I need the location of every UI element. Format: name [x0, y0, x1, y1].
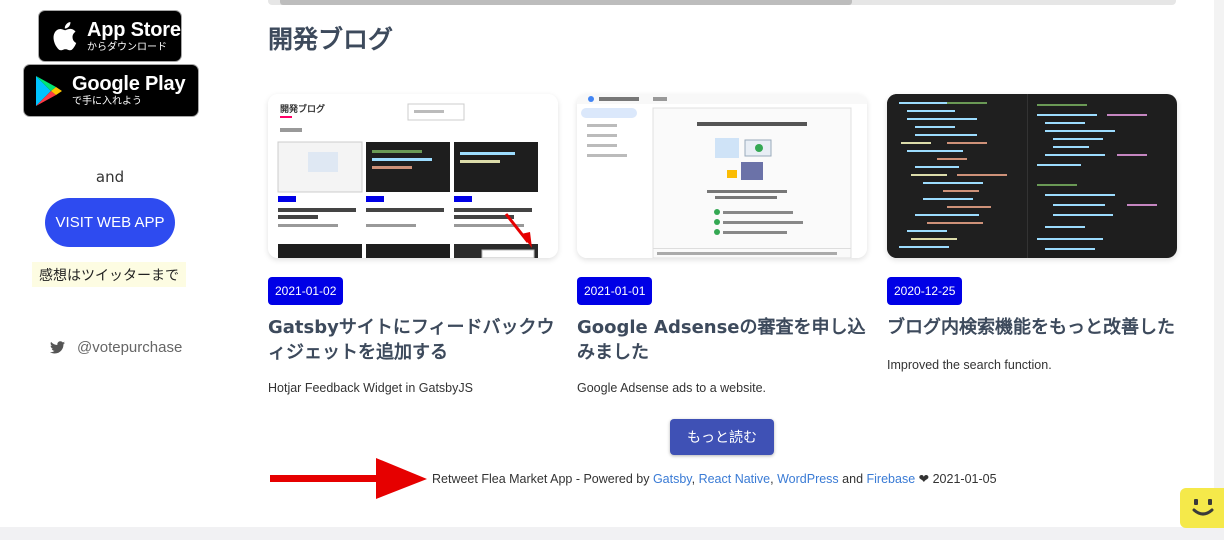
google-play-icon	[32, 75, 66, 107]
post-thumbnail-image[interactable]: 開発ブログ	[268, 94, 558, 258]
twitter-link[interactable]: @votepurchase	[50, 339, 182, 356]
post-description: Google Adsense ads to a website.	[577, 381, 767, 395]
react-native-link[interactable]: React Native	[699, 472, 771, 486]
wordpress-link[interactable]: WordPress	[777, 472, 839, 486]
blog-card[interactable]: 開発ブログ 2021-01-02 Gatsbyサイトにフィードバックウィジェット…	[268, 94, 558, 395]
post-title[interactable]: Google Adsenseの審査を申し込みました	[577, 315, 867, 365]
post-date-badge: 2021-01-01	[577, 277, 653, 305]
twitter-handle-text: @votepurchase	[77, 339, 183, 356]
red-arrow-icon	[270, 458, 427, 499]
read-more-button[interactable]: もっと読む	[670, 419, 774, 455]
post-description: Hotjar Feedback Widget in GatsbyJS	[268, 381, 473, 395]
google-play-title: Google Play	[72, 73, 186, 95]
twitter-icon	[50, 341, 65, 354]
footer: Retweet Flea Market App - Powered by Gat…	[432, 472, 997, 486]
apple-icon	[47, 21, 81, 51]
app-store-badge[interactable]: App Store からダウンロード	[38, 10, 182, 62]
post-title[interactable]: Gatsbyサイトにフィードバックウィジェットを追加する	[268, 315, 558, 365]
blog-card[interactable]: 2020-12-25 ブログ内検索機能をもっと改善した Improved the…	[887, 94, 1177, 372]
post-thumbnail-image[interactable]	[577, 94, 867, 258]
twitter-note: 感想はツイッターまで	[32, 262, 186, 287]
app-store-subtitle: からダウンロード	[87, 41, 167, 53]
google-play-subtitle: で手に入れよう	[72, 96, 142, 107]
smiley-icon	[1192, 499, 1214, 516]
svg-text:開発ブログ: 開発ブログ	[280, 103, 325, 115]
visit-web-app-button[interactable]: VISIT WEB APP	[45, 198, 175, 247]
google-play-badge[interactable]: Google Play で手に入れよう	[23, 64, 199, 117]
and-label: and	[95, 168, 125, 186]
footer-and: and	[842, 472, 864, 486]
post-date-badge: 2021-01-02	[268, 277, 344, 305]
post-thumbnail-image[interactable]	[887, 94, 1177, 258]
gatsby-link[interactable]: Gatsby	[653, 472, 692, 486]
post-date-badge: 2020-12-25	[887, 277, 963, 305]
app-store-title: App Store	[87, 18, 181, 41]
feedback-widget-button[interactable]	[1180, 488, 1224, 528]
page-bottom-band	[0, 527, 1224, 540]
post-description: Improved the search function.	[887, 358, 1052, 372]
page-right-band	[1214, 0, 1224, 527]
scrollbar-thumb[interactable]	[280, 0, 852, 5]
footer-date: 2021-01-05	[932, 472, 997, 486]
heart-icon: ❤	[918, 472, 930, 486]
firebase-link[interactable]: Firebase	[867, 472, 916, 486]
section-title: 開発ブログ	[268, 25, 394, 54]
blog-card[interactable]: 2021-01-01 Google Adsenseの審査を申し込みました Goo…	[577, 94, 867, 395]
footer-prefix: Retweet Flea Market App - Powered by	[432, 472, 650, 486]
post-title[interactable]: ブログ内検索機能をもっと改善した	[887, 315, 1177, 340]
horizontal-scrollbar[interactable]	[268, 0, 1176, 5]
